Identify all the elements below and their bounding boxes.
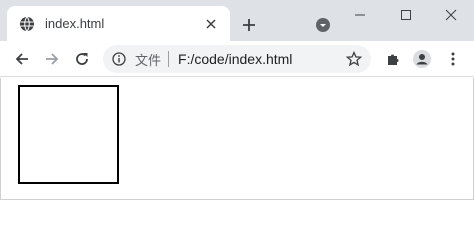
reload-icon[interactable] — [69, 46, 95, 72]
avatar-icon[interactable] — [409, 46, 435, 72]
star-icon[interactable] — [345, 50, 363, 68]
tab-title: index.html — [45, 16, 105, 31]
close-icon[interactable] — [202, 15, 220, 33]
file-scheme-label: 文件 — [135, 52, 162, 68]
minimize-icon[interactable] — [337, 0, 383, 30]
divider — [168, 51, 170, 67]
arrow-left-icon[interactable] — [9, 46, 35, 72]
caret-down-icon[interactable] — [313, 15, 333, 35]
bordered-square — [18, 85, 119, 184]
browser-toolbar: 文件 F:/code/index.html — [0, 41, 474, 77]
plus-icon[interactable] — [238, 14, 260, 36]
globe-icon — [19, 16, 35, 32]
puzzle-icon[interactable] — [380, 46, 406, 72]
address-bar[interactable]: 文件 F:/code/index.html — [103, 45, 371, 73]
arrow-right-icon[interactable] — [39, 46, 65, 72]
maximize-icon[interactable] — [383, 0, 429, 30]
title-bar: index.html — [0, 0, 474, 41]
close-icon[interactable] — [428, 0, 474, 30]
page-content — [0, 78, 474, 200]
browser-tab[interactable]: index.html — [7, 6, 230, 41]
kebab-icon[interactable] — [440, 46, 466, 72]
url-text[interactable]: F:/code/index.html — [178, 51, 292, 67]
info-icon[interactable] — [111, 51, 127, 67]
